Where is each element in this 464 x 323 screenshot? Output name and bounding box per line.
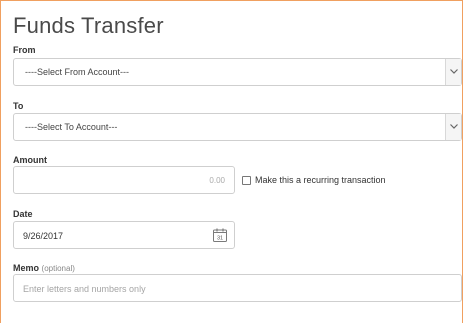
memo-label-text: Memo <box>13 263 40 273</box>
memo-input[interactable]: Enter letters and numbers only <box>13 274 462 302</box>
calendar-day-number: 31 <box>217 236 223 242</box>
page-title: Funds Transfer <box>13 13 164 38</box>
to-dropdown-button[interactable] <box>445 114 461 140</box>
chevron-down-icon <box>450 124 458 129</box>
memo-label: Memo (optional) <box>13 263 75 273</box>
date-value: 9/26/2017 <box>23 231 64 241</box>
to-account-selected: ----Select To Account--- <box>25 122 118 132</box>
to-label: To <box>13 101 24 111</box>
amount-value: 0.00 <box>209 176 225 185</box>
recurring-checkbox[interactable] <box>242 176 251 185</box>
date-label: Date <box>13 209 33 219</box>
to-account-select[interactable]: ----Select To Account--- <box>13 113 462 141</box>
from-label: From <box>13 45 36 55</box>
memo-placeholder: Enter letters and numbers only <box>23 284 146 294</box>
chevron-down-icon <box>450 69 458 74</box>
recurring-label: Make this a recurring transaction <box>255 175 386 185</box>
from-account-select[interactable]: ----Select From Account--- <box>13 58 462 86</box>
from-account-selected: ----Select From Account--- <box>25 67 130 77</box>
from-dropdown-button[interactable] <box>445 59 461 85</box>
memo-optional-note: (optional) <box>41 264 75 273</box>
amount-input[interactable]: 0.00 <box>13 166 235 194</box>
amount-label: Amount <box>13 155 47 165</box>
date-input[interactable]: 9/26/2017 31 <box>13 221 235 249</box>
funds-transfer-panel: Funds Transfer From ----Select From Acco… <box>0 0 463 323</box>
calendar-icon[interactable]: 31 <box>213 228 227 242</box>
